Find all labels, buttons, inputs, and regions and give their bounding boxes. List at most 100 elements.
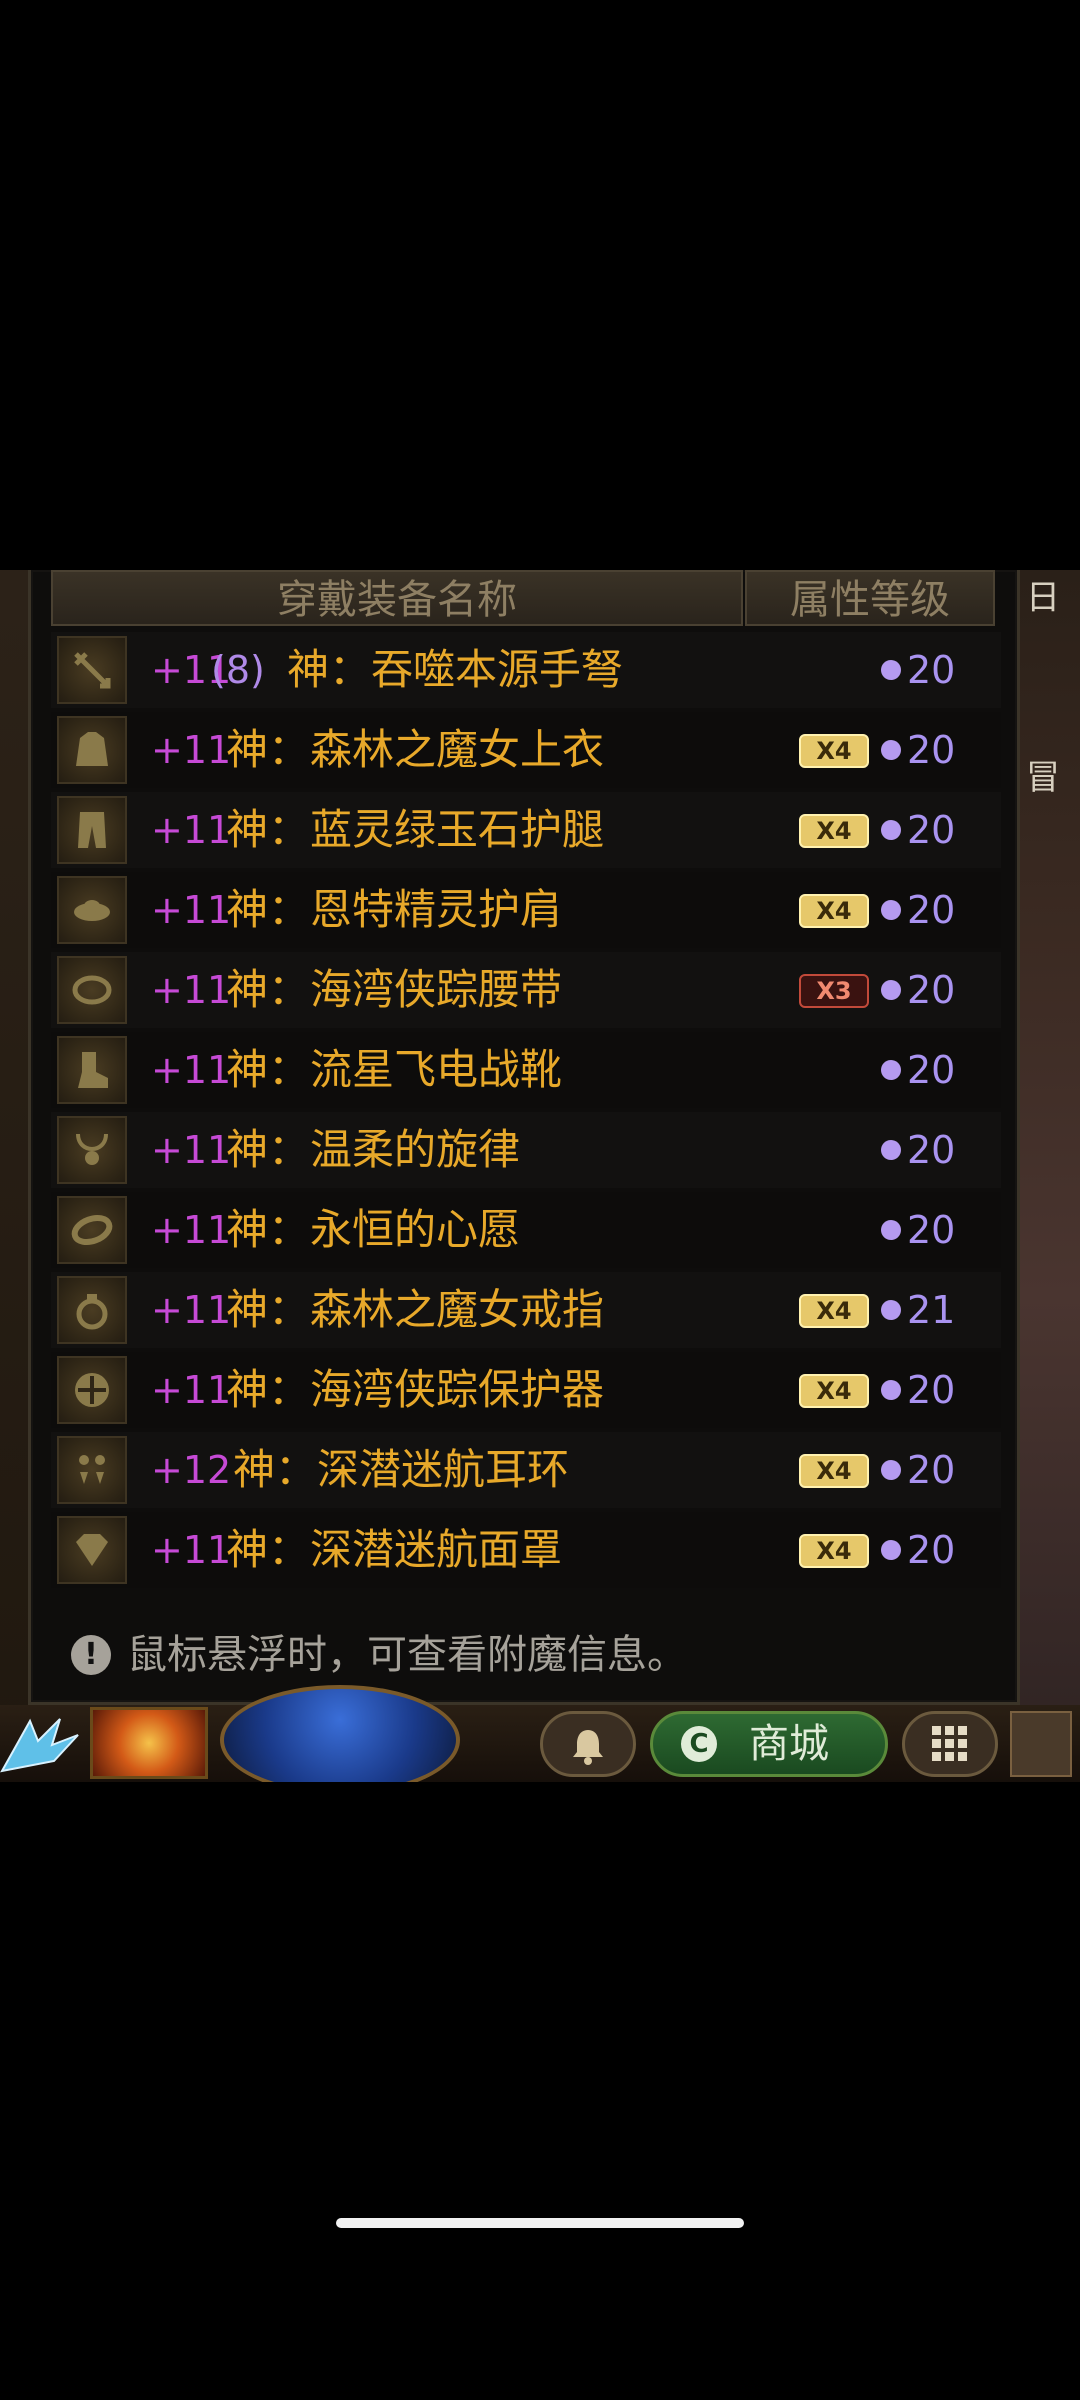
equipment-row[interactable]: +11 (8) 神：吞噬本源手弩 20 xyxy=(51,632,1001,708)
menu-button[interactable] xyxy=(902,1711,998,1777)
left-backdrop xyxy=(0,570,30,1782)
level-dot-icon xyxy=(881,820,901,840)
bracelet-icon[interactable] xyxy=(57,1196,127,1264)
item-name[interactable]: 神：蓝灵绿玉石护腿 xyxy=(226,792,604,868)
bottom-bar: C 商城 xyxy=(0,1685,1080,1782)
equipment-row[interactable]: +11 神：森林之魔女上衣 X4 20 xyxy=(51,712,1001,788)
attribute-level: 20 xyxy=(907,728,956,772)
enhance-level: +11 xyxy=(151,1368,232,1412)
bell-button[interactable] xyxy=(540,1711,636,1777)
wing-icon[interactable] xyxy=(0,1711,80,1777)
enchant-badge[interactable]: X4 xyxy=(799,1454,869,1488)
item-name[interactable]: 神：永恒的心愿 xyxy=(226,1192,520,1268)
level-dot-icon xyxy=(881,1140,901,1160)
enchant-badge[interactable]: X3 xyxy=(799,974,869,1008)
pants-icon[interactable] xyxy=(57,796,127,864)
attribute-level: 20 xyxy=(907,1048,956,1092)
gem-icon[interactable] xyxy=(57,1516,127,1584)
boots-icon[interactable] xyxy=(57,1036,127,1104)
item-name[interactable]: 神：恩特精灵护肩 xyxy=(226,872,562,948)
level-dot-icon xyxy=(881,1380,901,1400)
item-name[interactable]: 神：深潜迷航耳环 xyxy=(233,1432,569,1508)
equipment-row[interactable]: +11 神：永恒的心愿 20 xyxy=(51,1192,1001,1268)
crossbow-icon[interactable] xyxy=(57,636,127,704)
necklace-icon[interactable] xyxy=(57,1116,127,1184)
equipment-row[interactable]: +11 神：森林之魔女戒指 X4 21 xyxy=(51,1272,1001,1348)
hover-tip-text: 鼠标悬浮时，可查看附魔信息。 xyxy=(127,1632,687,1678)
enhance-extra: (8) xyxy=(211,648,265,692)
enchant-badge[interactable]: X4 xyxy=(799,734,869,768)
enhance-level: +11 xyxy=(151,1288,232,1332)
right-side-text-top: 日 xyxy=(1026,578,1060,618)
level-dot-icon xyxy=(881,1220,901,1240)
ring-icon[interactable] xyxy=(57,1276,127,1344)
home-indicator[interactable] xyxy=(336,2218,744,2228)
belt-icon[interactable] xyxy=(57,956,127,1024)
game-screen: 日 冒 穿戴装备名称 属性等级 +11 (8) 神：吞噬本源手弩 20 +11 神：森林之… xyxy=(0,570,1080,1782)
enchant-badge[interactable]: X4 xyxy=(799,894,869,928)
enchant-badge[interactable]: X4 xyxy=(799,814,869,848)
enhance-level: +11 xyxy=(151,1528,232,1572)
bell-icon xyxy=(573,1730,603,1765)
level-dot-icon xyxy=(881,660,901,680)
attribute-level: 20 xyxy=(907,1368,956,1412)
equipment-row[interactable]: +11 神：蓝灵绿玉石护腿 X4 20 xyxy=(51,792,1001,868)
level-dot-icon xyxy=(881,740,901,760)
equipment-row[interactable]: +11 神：海湾侠踪保护器 X4 20 xyxy=(51,1352,1001,1428)
enchant-badge[interactable]: X4 xyxy=(799,1294,869,1328)
attribute-level: 20 xyxy=(907,968,956,1012)
equipment-panel: 穿戴装备名称 属性等级 +11 (8) 神：吞噬本源手弩 20 +11 神：森林之魔女上衣… xyxy=(28,570,1020,1705)
equipment-row[interactable]: +11 神：深潜迷航面罩 X4 20 xyxy=(51,1512,1001,1588)
item-name[interactable]: 神：流星飞电战靴 xyxy=(226,1032,562,1108)
equipment-row[interactable]: +11 神：恩特精灵护肩 X4 20 xyxy=(51,872,1001,948)
enhance-level: +11 xyxy=(151,1208,232,1252)
enhance-level: +11 xyxy=(151,968,232,1012)
equipment-row[interactable]: +11 神：海湾侠踪腰带 X3 20 xyxy=(51,952,1001,1028)
enhance-level: +11 xyxy=(151,728,232,772)
level-dot-icon xyxy=(881,1460,901,1480)
subweapon-icon[interactable] xyxy=(57,1356,127,1424)
coin-icon: C xyxy=(681,1726,717,1762)
enchant-badge[interactable]: X4 xyxy=(799,1534,869,1568)
equipment-row[interactable]: +12 神：深潜迷航耳环 X4 20 xyxy=(51,1432,1001,1508)
attribute-level: 20 xyxy=(907,1208,956,1252)
item-name[interactable]: 神：深潜迷航面罩 xyxy=(226,1512,562,1588)
item-name[interactable]: 神：海湾侠踪保护器 xyxy=(226,1352,604,1428)
table-header: 穿戴装备名称 属性等级 xyxy=(51,570,1021,626)
equipment-row[interactable]: +11 神：流星飞电战靴 20 xyxy=(51,1032,1001,1108)
info-icon: ! xyxy=(71,1635,111,1675)
header-equipment-name: 穿戴装备名称 xyxy=(51,570,743,626)
shop-button[interactable]: C 商城 xyxy=(650,1711,888,1777)
enhance-level: +11 xyxy=(151,1048,232,1092)
item-name[interactable]: 神：海湾侠踪腰带 xyxy=(226,952,562,1028)
coat-icon[interactable] xyxy=(57,716,127,784)
enchant-badge[interactable]: X4 xyxy=(799,1374,869,1408)
equipment-row[interactable]: +11 神：温柔的旋律 20 xyxy=(51,1112,1001,1188)
level-dot-icon xyxy=(881,900,901,920)
level-dot-icon xyxy=(881,1540,901,1560)
enhance-level: +11 xyxy=(151,808,232,852)
level-dot-icon xyxy=(881,1060,901,1080)
attribute-level: 20 xyxy=(907,808,956,852)
earring-icon[interactable] xyxy=(57,1436,127,1504)
enhance-level: +11 xyxy=(151,888,232,932)
attribute-level: 20 xyxy=(907,1128,956,1172)
skill-fire-icon[interactable] xyxy=(90,1707,208,1779)
attribute-level: 21 xyxy=(907,1288,956,1332)
level-dot-icon xyxy=(881,980,901,1000)
attribute-level: 20 xyxy=(907,1448,956,1492)
item-name[interactable]: 神：吞噬本源手弩 xyxy=(287,632,623,708)
item-name[interactable]: 神：森林之魔女戒指 xyxy=(226,1272,604,1348)
attribute-level: 20 xyxy=(907,648,956,692)
item-name[interactable]: 神：温柔的旋律 xyxy=(226,1112,520,1188)
right-side-text-mid: 冒 xyxy=(1026,758,1060,798)
grid-menu-icon xyxy=(932,1726,967,1761)
enhance-level: +12 xyxy=(151,1448,232,1492)
item-name[interactable]: 神：森林之魔女上衣 xyxy=(226,712,604,788)
attribute-level: 20 xyxy=(907,1528,956,1572)
helmet-icon[interactable] xyxy=(1010,1711,1072,1777)
shop-label: 商城 xyxy=(749,1721,829,1767)
shoulder-icon[interactable] xyxy=(57,876,127,944)
right-backdrop: 日 冒 xyxy=(1020,570,1080,1782)
enhance-level: +11 xyxy=(151,1128,232,1172)
